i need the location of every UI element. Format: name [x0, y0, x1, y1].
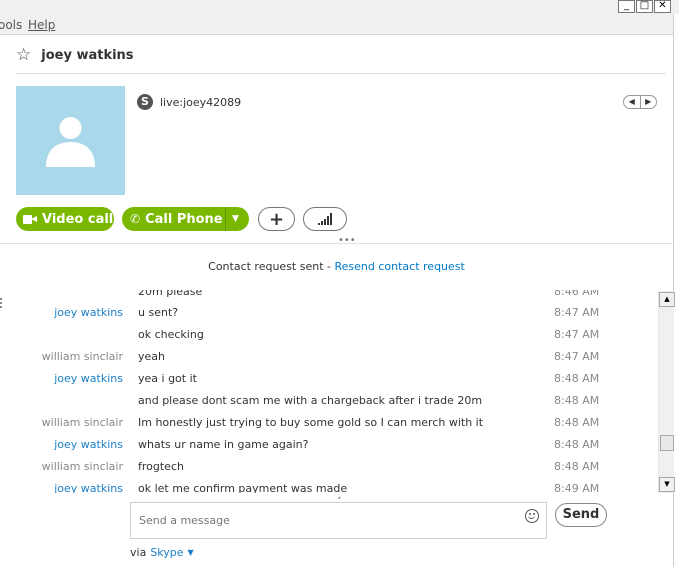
- video-call-button[interactable]: Video call: [16, 207, 114, 231]
- close-button[interactable]: ✕: [654, 0, 671, 13]
- skype-logo-icon: S: [137, 94, 153, 110]
- chat-history[interactable]: 20m please 8:46 AM joey watkins u sent? …: [0, 290, 658, 493]
- resend-request-link[interactable]: Resend contact request: [335, 260, 465, 273]
- message-sender[interactable]: william sinclair: [42, 416, 123, 429]
- message-input[interactable]: [130, 502, 547, 539]
- message-time: 8:48 AM: [554, 438, 600, 451]
- via-label: via: [130, 546, 147, 559]
- chat-message: ok checking 8:47 AM: [0, 328, 658, 350]
- send-button[interactable]: Send: [555, 503, 607, 527]
- chat-message: joey watkins yea i got it 8:48 AM: [0, 372, 658, 394]
- message-sender[interactable]: joey watkins: [54, 372, 123, 385]
- minimize-button[interactable]: _: [618, 0, 635, 13]
- skype-id: live:joey42089: [160, 95, 242, 109]
- call-phone-button[interactable]: ✆ Call Phone ▼: [122, 207, 249, 231]
- chevron-down-icon[interactable]: ▼: [188, 548, 194, 557]
- contact-name: joey watkins: [41, 47, 134, 63]
- maximize-button[interactable]: □: [636, 0, 653, 13]
- scroll-thumb[interactable]: [660, 435, 674, 451]
- menu-help-label: Help: [28, 18, 56, 32]
- video-camera-icon: [23, 214, 37, 224]
- favorite-star-icon[interactable]: ☆: [16, 46, 31, 64]
- scroll-down-icon[interactable]: ▼: [659, 477, 675, 492]
- window-controls: _ □ ✕: [618, 0, 671, 13]
- message-time: 8:48 AM: [554, 394, 600, 407]
- call-button-separator: [225, 207, 226, 231]
- notice-text: Contact request sent -: [208, 260, 335, 273]
- chat-scrollbar[interactable]: ▲ ▼: [658, 291, 675, 493]
- message-text: whats ur name in game again?: [138, 438, 309, 451]
- avatar[interactable]: [16, 86, 125, 195]
- message-time: 8:47 AM: [554, 350, 600, 363]
- emoticon-icon[interactable]: [525, 509, 539, 523]
- chat-message: 20m please 8:46 AM: [0, 290, 658, 307]
- video-call-label: Video call: [42, 211, 114, 227]
- message-text: frogtech: [138, 460, 184, 473]
- message-time: 8:48 AM: [554, 460, 600, 473]
- message-time: 8:48 AM: [554, 416, 600, 429]
- message-time: 8:46 AM: [554, 290, 600, 298]
- message-sender[interactable]: joey watkins: [54, 438, 123, 451]
- contact-header: ☆ joey watkins: [16, 45, 134, 65]
- call-quality-button[interactable]: [303, 207, 347, 231]
- previous-arrow-icon[interactable]: ◀: [624, 96, 641, 108]
- message-text: ok let me confirm payment was made: [138, 482, 348, 493]
- chat-message: william sinclair frogtech 8:48 AM: [0, 460, 658, 482]
- menu-help[interactable]: Help: [28, 18, 55, 32]
- chat-message: william sinclair yeah 8:47 AM: [0, 350, 658, 372]
- message-text: yeah: [138, 350, 165, 363]
- scroll-up-icon[interactable]: ▲: [659, 292, 675, 307]
- call-phone-label: Call Phone: [145, 211, 223, 227]
- message-text: 20m please: [138, 290, 203, 298]
- message-time: 8:47 AM: [554, 328, 600, 341]
- message-text: and please dont scam me with a chargebac…: [138, 394, 483, 407]
- menu-tools[interactable]: ools: [0, 18, 22, 32]
- message-time: 8:49 AM: [554, 482, 600, 493]
- chat-message: joey watkins whats ur name in game again…: [0, 438, 658, 460]
- chevron-down-icon[interactable]: ▼: [232, 207, 239, 231]
- message-sender[interactable]: joey watkins: [54, 306, 123, 319]
- profile-nav-arrows: ◀ ▶: [623, 95, 657, 109]
- message-text: ok checking: [138, 328, 204, 341]
- message-time: 8:48 AM: [554, 372, 600, 385]
- contact-request-notice: Contact request sent - Resend contact re…: [0, 260, 673, 273]
- message-sender[interactable]: william sinclair: [42, 350, 123, 363]
- message-sender[interactable]: william sinclair: [42, 460, 123, 473]
- message-sender[interactable]: joey watkins: [54, 482, 123, 493]
- header-divider: [16, 73, 666, 74]
- message-text: Im honestly just trying to buy some gold…: [138, 416, 484, 429]
- chat-message: joey watkins ok let me confirm payment w…: [0, 482, 658, 493]
- chat-message: william sinclair Im honestly just trying…: [0, 416, 658, 438]
- next-arrow-icon[interactable]: ▶: [641, 96, 657, 108]
- skype-id-row: S live:joey42089: [137, 94, 241, 110]
- via-service-selector: via Skype ▼: [130, 546, 194, 559]
- chat-message: joey watkins u sent? 8:47 AM: [0, 306, 658, 328]
- menu-bar: ools Help _ □ ✕: [0, 0, 679, 35]
- profile-divider: [0, 243, 673, 244]
- message-text: yea i got it: [138, 372, 197, 385]
- message-time: 8:47 AM: [554, 306, 600, 319]
- signal-bars-icon: [318, 213, 332, 225]
- service-link[interactable]: Skype: [150, 546, 183, 559]
- add-button[interactable]: +: [258, 207, 295, 231]
- phone-icon: ✆: [130, 212, 141, 226]
- message-text: u sent?: [138, 306, 179, 319]
- default-avatar-icon: [46, 117, 95, 167]
- chat-message: and please dont scam me with a chargebac…: [0, 394, 658, 416]
- panel-resize-handle[interactable]: •••: [338, 235, 356, 246]
